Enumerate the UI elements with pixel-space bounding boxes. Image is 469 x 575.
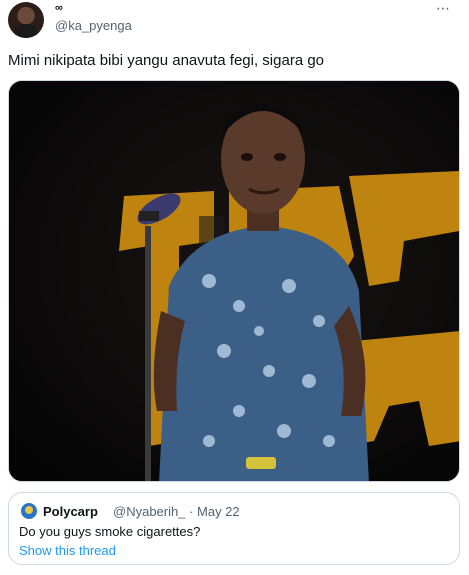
author-handle[interactable]: @ka_pyenga bbox=[55, 18, 132, 33]
video-still-illustration bbox=[9, 81, 459, 481]
tweet-media-video[interactable] bbox=[8, 80, 460, 482]
author-name[interactable]: ∞ bbox=[55, 2, 63, 14]
show-thread-link[interactable]: Show this thread bbox=[19, 543, 116, 558]
tweet-text: Mimi nikipata bibi yangu anavuta fegi, s… bbox=[8, 52, 325, 69]
quoted-text: Do you guys smoke cigarettes? bbox=[19, 524, 201, 539]
author-avatar[interactable] bbox=[8, 2, 44, 38]
quoted-author-name: Polycarp bbox=[43, 504, 98, 519]
tweet-card: ∞ @ka_pyenga ⋯ Mimi nikipata bibi yangu … bbox=[0, 0, 469, 575]
quoted-handle-date: @Nyaberih_ · May 22 bbox=[113, 504, 240, 519]
quoted-tweet[interactable]: Polycarp @Nyaberih_ · May 22 Do you guys… bbox=[8, 492, 460, 565]
quoted-avatar bbox=[21, 503, 37, 519]
more-options-icon[interactable]: ⋯ bbox=[436, 0, 451, 17]
